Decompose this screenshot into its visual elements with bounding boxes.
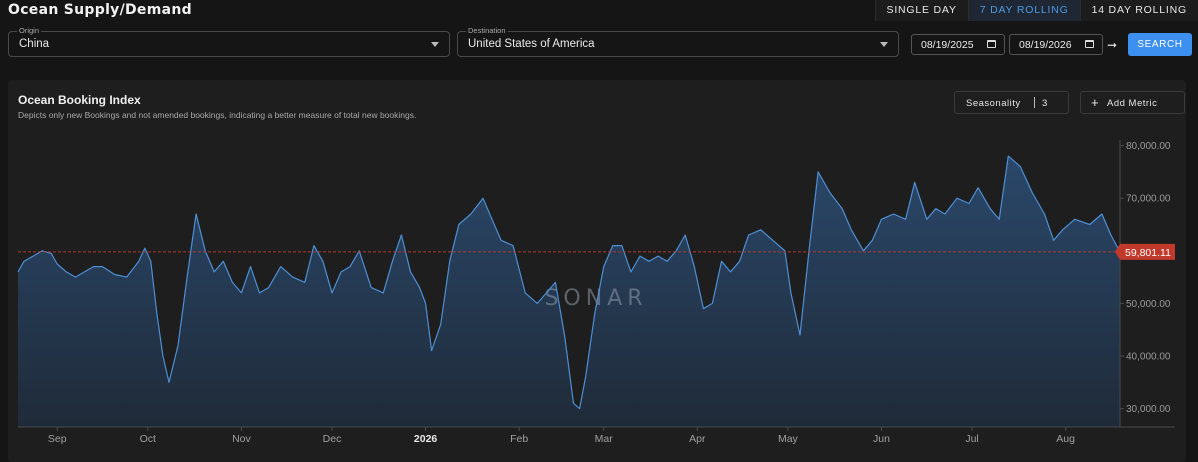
x-tick-label: Jun — [873, 433, 890, 445]
x-tick-label: Mar — [595, 433, 614, 445]
y-tick-label: 40,000.00 — [1126, 352, 1171, 363]
x-tick-label: Feb — [510, 433, 528, 445]
y-tick-label: 30,000.00 — [1126, 404, 1171, 415]
booking-index-chart: SONAR30,000.0040,000.0050,000.0060,000.0… — [17, 140, 1175, 445]
x-tick-label: Jul — [965, 433, 978, 445]
x-tick-label: May — [778, 433, 799, 445]
x-tick-label: Nov — [232, 433, 251, 445]
x-tick-label: Oct — [140, 433, 156, 445]
y-tick-label: 70,000.00 — [1126, 194, 1171, 205]
y-tick-label: 80,000.00 — [1126, 141, 1171, 152]
current-value-label: 59,801.11 — [1125, 247, 1171, 259]
x-tick-label: Apr — [689, 433, 706, 445]
x-tick-label: Dec — [323, 433, 342, 445]
x-tick-label: 2026 — [414, 433, 438, 445]
y-tick-label: 50,000.00 — [1126, 299, 1171, 310]
x-tick-label: Sep — [48, 433, 67, 445]
x-tick-label: Aug — [1056, 433, 1075, 445]
